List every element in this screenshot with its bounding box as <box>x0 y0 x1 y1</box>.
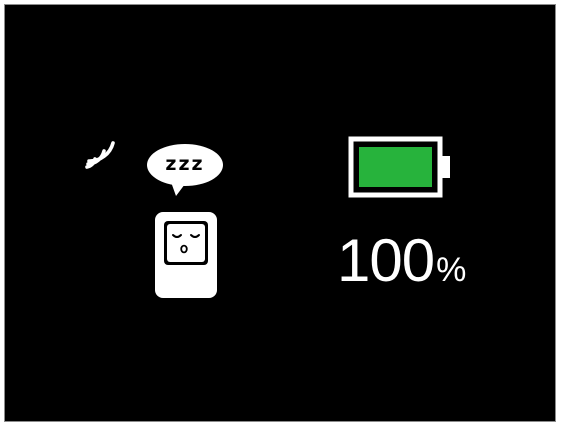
battery-fill-level <box>359 147 432 187</box>
battery-full-icon <box>348 136 450 198</box>
status-screen: zzz 100% <box>4 4 556 422</box>
sleep-text: zzz <box>165 153 205 175</box>
battery-percentage: 100% <box>337 231 466 291</box>
battery-percent-value: 100 <box>337 227 435 294</box>
sleeping-device-icon <box>155 212 217 298</box>
percent-sign: % <box>436 251 467 289</box>
signal-waves-icon <box>85 141 115 169</box>
device-display-frame: zzz 100% <box>0 0 561 428</box>
